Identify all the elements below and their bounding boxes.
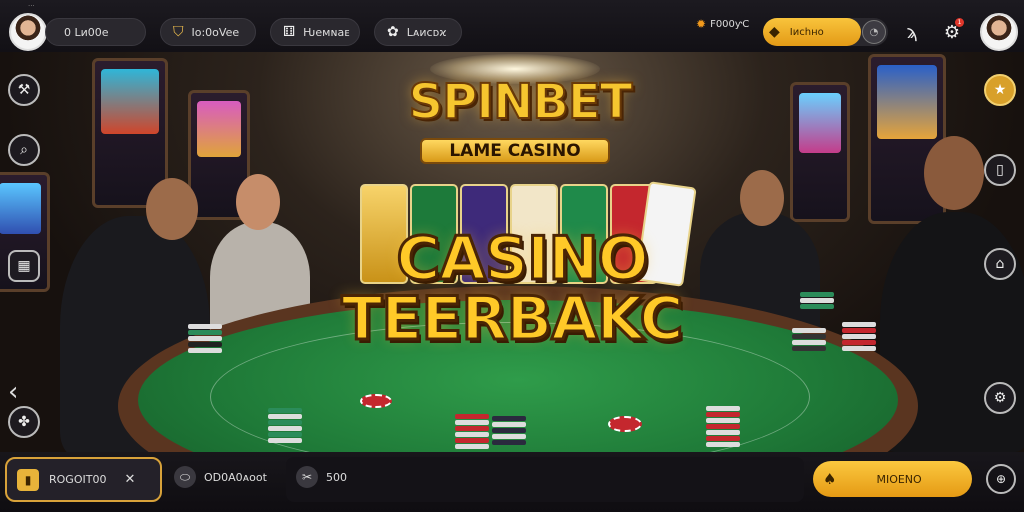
deposit-group: ◆ Iᴎchʜo ◔ — [763, 18, 888, 46]
header-tiny-text: ... — [28, 0, 35, 8]
user-balance-pill[interactable]: 0 Lᴎ00e — [45, 18, 146, 46]
chip-stack — [492, 416, 526, 446]
nav-item-2[interactable]: ✿ Lᴀᴎcᴅϰ — [374, 18, 462, 46]
bag-icon: ♠ — [823, 470, 837, 488]
deposit-label: Iᴎchʜo — [789, 26, 824, 38]
nav-label-0: Iᴏ:0oVee — [191, 25, 240, 39]
chip — [608, 416, 642, 432]
bottom-item-2[interactable]: ✂ 500 — [296, 466, 347, 488]
gear-icon[interactable]: ⚙ 1 — [938, 18, 966, 46]
bottom-item-1-label: OD0A0ᴀoot — [204, 470, 267, 484]
hammer-icon[interactable]: ⚒ — [8, 74, 40, 106]
tools-icon[interactable]: ✕ — [124, 472, 135, 487]
logo-subtitle: LAME CASINO — [420, 138, 610, 164]
player-head — [236, 174, 280, 230]
home-icon[interactable]: ⌂ — [984, 248, 1016, 280]
coin-balance-value: F000ƴC — [710, 18, 750, 30]
notification-badge: 1 — [955, 18, 964, 27]
dice-icon: ⚅ — [283, 24, 296, 40]
slot-machine — [790, 82, 850, 222]
casino-hero: SPINBET LAME CASINO CASINO TEERBAKC ⚒ ⌕ … — [0, 52, 1024, 452]
wallet-label: ROGOIT00 — [49, 473, 107, 486]
wallet-icon: ▮ — [17, 468, 39, 491]
headline-teerbakc: TEERBAKC — [340, 283, 685, 356]
nav-label-1: Ƕeᴍɴaᴇ — [303, 25, 350, 39]
user-pill-label: 0 Lᴎ00e — [64, 25, 109, 39]
bottom-bar: ▮ ROGOIT00 ✕ ⬭ OD0A0ᴀoot ✂ 500 ♠ MIOENO … — [0, 452, 1024, 512]
oval-chip-icon: ⬭ — [174, 466, 196, 488]
top-bar: ... 0 Lᴎ00e ⛉ Iᴏ:0oVee ⚅ Ƕeᴍɴaᴇ ✿ Lᴀᴎcᴅϰ… — [0, 0, 1024, 52]
crossed-tools-icon: ✂ — [296, 466, 318, 488]
calendar-icon[interactable]: ▦ — [8, 250, 40, 282]
crest-icon: ⛉ — [173, 24, 184, 40]
coin-icon: ✹ — [696, 17, 707, 31]
logo-title: SPINBET — [408, 73, 634, 131]
nav-item-0[interactable]: ⛉ Iᴏ:0oVee — [160, 18, 256, 46]
search-icon[interactable]: ⌕ — [8, 134, 40, 166]
wallet-icon: ◆ — [769, 24, 780, 40]
chip — [360, 394, 392, 408]
user-avatar[interactable] — [9, 13, 47, 51]
nav-item-1[interactable]: ⚅ Ƕeᴍɴaᴇ — [270, 18, 360, 46]
play-button[interactable]: ♠ MIOENO — [813, 461, 972, 497]
poker-chip-icon: ✿ — [387, 24, 399, 40]
chip-stack — [706, 406, 740, 448]
profile-avatar[interactable] — [980, 13, 1018, 51]
play-label: MIOENO — [876, 472, 922, 486]
menu-icon[interactable]: ⊕ — [986, 464, 1016, 494]
deposit-toggle[interactable]: ◔ — [862, 20, 886, 44]
star-icon[interactable]: ★ — [984, 74, 1016, 106]
clover-icon[interactable]: ✤ — [8, 406, 40, 438]
chip-stack — [455, 414, 489, 450]
bottom-item-2-label: 500 — [326, 470, 347, 484]
deposit-button[interactable]: ◆ Iᴎchʜo — [763, 18, 861, 46]
book-icon[interactable]: ▯ — [984, 154, 1016, 186]
lightning-icon[interactable]: ϡ — [898, 18, 926, 46]
wallet-pill[interactable]: ▮ ROGOIT00 ✕ — [5, 457, 162, 502]
chip-stack — [268, 408, 302, 444]
bottom-item-1[interactable]: ⬭ OD0A0ᴀoot — [174, 466, 267, 488]
player-head — [924, 136, 984, 210]
bottom-panel — [286, 457, 804, 502]
settings-icon[interactable]: ⚙ — [984, 382, 1016, 414]
coin-balance: ✹ F000ƴC — [696, 17, 749, 31]
chevron-left-icon[interactable]: ‹ — [8, 377, 18, 407]
player-head — [740, 170, 784, 226]
nav-label-2: Lᴀᴎcᴅϰ — [406, 25, 447, 39]
